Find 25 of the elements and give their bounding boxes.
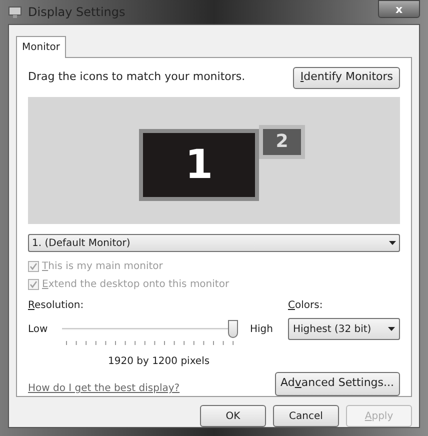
checkbox-label: Extend the desktop onto this monitor (42, 278, 230, 292)
slider-max-label: High (250, 322, 273, 336)
close-button[interactable]: x (378, 0, 420, 18)
advanced-settings-button[interactable]: Advanced Settings... (274, 372, 400, 396)
identify-monitors-button[interactable]: Identify Monitors (293, 66, 400, 89)
tab[interactable]: Monitor (16, 36, 66, 58)
monitor-tile[interactable]: 2 (259, 125, 305, 160)
window-title: Display Settings (28, 4, 126, 21)
help-link[interactable]: How do I get the best display? (28, 381, 180, 396)
slider-thumb[interactable] (228, 320, 238, 338)
slider-min-label: Low (28, 322, 49, 336)
colors-dropdown[interactable]: Highest (32 bit) (288, 318, 400, 340)
resolution-label: Resolution: (28, 299, 85, 313)
dialog-button[interactable]: OK (200, 405, 266, 427)
instruction-text: Drag the icons to match your monitors. (28, 69, 246, 86)
colors-label: Colors: (288, 299, 324, 313)
monitor-tile[interactable]: 1 (139, 129, 259, 202)
window-icon (8, 5, 22, 19)
checkbox-label: This is my main monitor (42, 260, 163, 274)
resolution-value: 1920 by 1200 pixels (108, 355, 211, 369)
monitor-dropdown[interactable]: 1. (Default Monitor) (28, 234, 400, 252)
dropdown-arrow-icon (389, 241, 396, 246)
resolution-slider[interactable] (62, 320, 238, 338)
dialog-button[interactable]: Cancel (273, 405, 339, 427)
dropdown-arrow-icon (388, 327, 395, 331)
